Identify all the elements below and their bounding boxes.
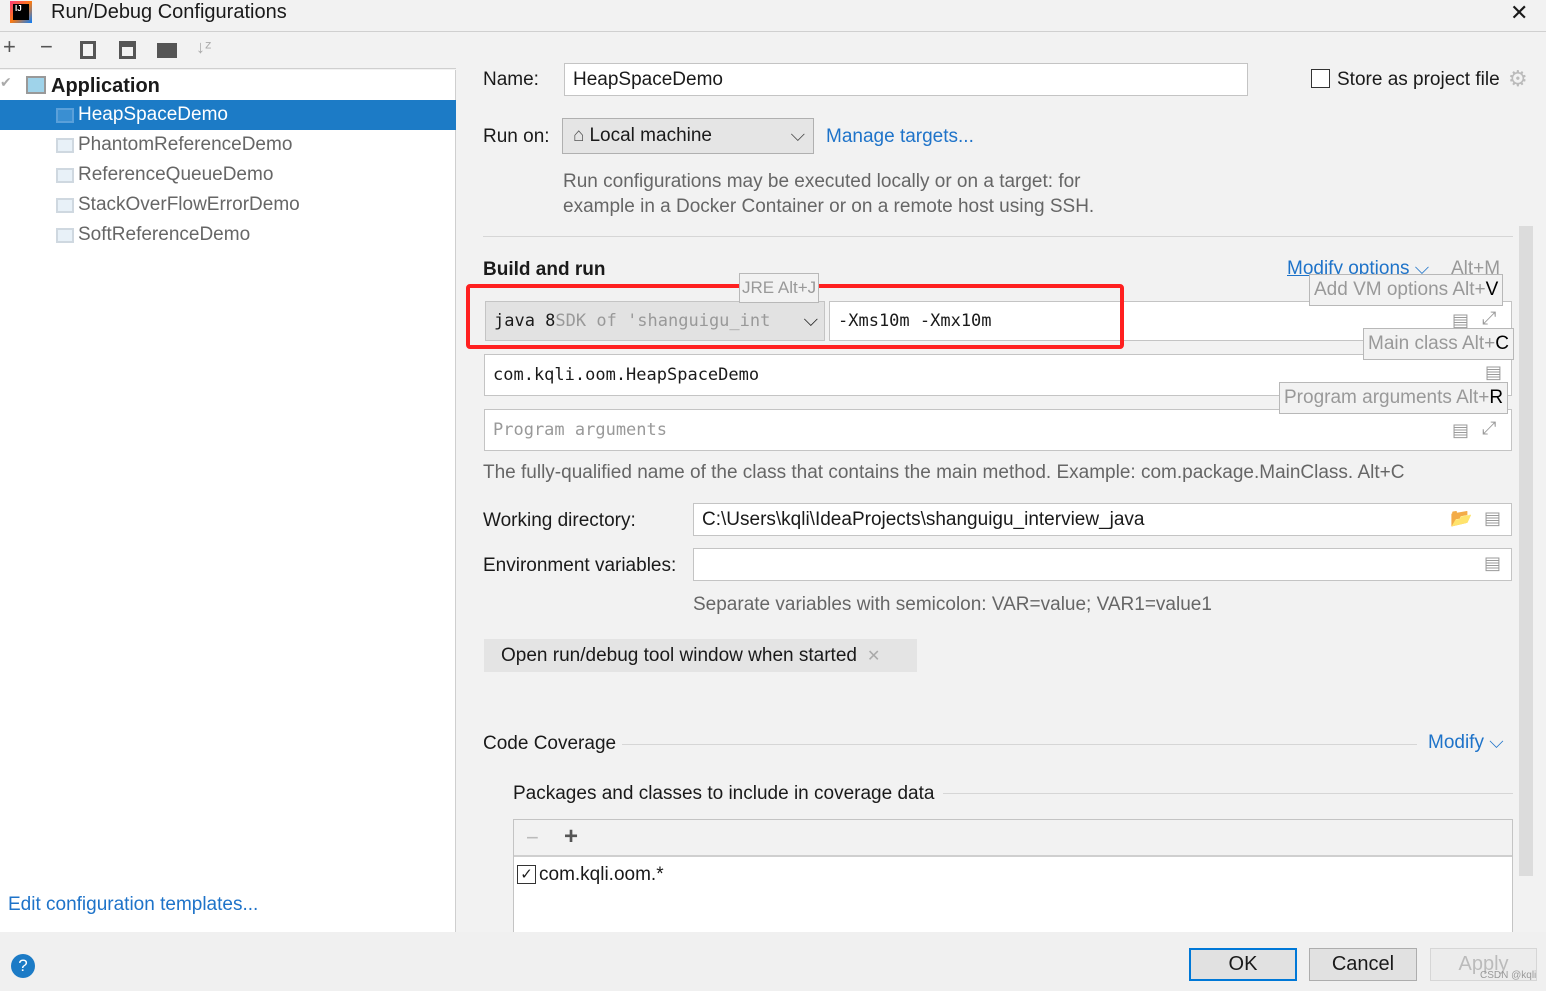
- copy-icon[interactable]: [80, 41, 96, 59]
- program-arguments-input[interactable]: Program arguments: [484, 409, 1512, 451]
- hint-key: C: [1495, 333, 1509, 354]
- new-folder-icon[interactable]: [157, 43, 177, 58]
- workdir-input[interactable]: C:\Users\kqli\IdeaProjects\shanguigu_int…: [693, 503, 1512, 536]
- coverage-modify-link[interactable]: Modify ⌵: [1428, 732, 1504, 754]
- add-icon[interactable]: +: [3, 34, 16, 60]
- folder-icon[interactable]: 📂: [1450, 508, 1472, 529]
- name-input[interactable]: HeapSpaceDemo: [564, 63, 1248, 96]
- add-icon[interactable]: +: [564, 823, 578, 851]
- application-icon: [56, 227, 74, 243]
- program-args-placeholder: Program arguments: [493, 420, 667, 440]
- tree-item[interactable]: StackOverFlowErrorDemo: [56, 190, 300, 220]
- main-class-hint: Main class Alt+C: [1363, 328, 1514, 360]
- program-arguments-hint: Program arguments Alt+R: [1279, 382, 1509, 414]
- coverage-title: Code Coverage: [483, 733, 617, 754]
- application-icon: [56, 137, 74, 153]
- workdir-value: C:\Users\kqli\IdeaProjects\shanguigu_int…: [702, 508, 1145, 530]
- main-class-help: The fully-qualified name of the class th…: [483, 462, 1405, 483]
- run-on-label: Run on:: [483, 126, 550, 147]
- hint-text: Program arguments Alt+: [1284, 387, 1490, 408]
- packages-title: Packages and classes to include in cover…: [513, 783, 935, 804]
- document-icon[interactable]: ▤: [1485, 362, 1502, 383]
- name-label: Name:: [483, 69, 539, 90]
- application-icon: [56, 107, 74, 123]
- ok-button[interactable]: OK: [1189, 948, 1297, 981]
- env-input[interactable]: [693, 548, 1512, 581]
- workdir-label: Working directory:: [483, 510, 636, 531]
- expand-icon[interactable]: ⤢: [1482, 418, 1496, 439]
- hint-text: Add VM options Alt+: [1314, 279, 1486, 300]
- document-icon[interactable]: ▤: [1484, 553, 1501, 574]
- hint-key: R: [1489, 387, 1504, 408]
- tree-item-label: ReferenceQueueDemo: [78, 164, 274, 185]
- expand-icon[interactable]: ⤢: [1482, 308, 1496, 329]
- save-icon[interactable]: [119, 41, 136, 59]
- tree-item-label: SoftReferenceDemo: [78, 224, 251, 245]
- main-class-value: com.kqli.oom.HeapSpaceDemo: [493, 365, 760, 385]
- tree-item[interactable]: PhantomReferenceDemo: [56, 130, 292, 160]
- divider: [483, 236, 1513, 237]
- tag-label: Open run/debug tool window when started: [501, 644, 857, 666]
- tree-item[interactable]: HeapSpaceDemo: [56, 100, 228, 130]
- application-icon: [56, 167, 74, 183]
- edit-templates-link[interactable]: Edit configuration templates...: [8, 894, 258, 916]
- watermark: CSDN @kqli: [1480, 970, 1537, 981]
- packages-list: − + ✓ com.kqli.oom.*: [513, 819, 1513, 939]
- cancel-button[interactable]: Cancel: [1309, 948, 1417, 981]
- app-logo: IJ: [10, 1, 32, 23]
- run-on-help-1: Run configurations may be executed local…: [563, 171, 1081, 192]
- store-checkbox[interactable]: [1311, 69, 1330, 88]
- document-icon[interactable]: ▤: [1484, 508, 1501, 529]
- remove-icon[interactable]: −: [40, 34, 53, 60]
- open-tool-window-tag[interactable]: Open run/debug tool window when started ✕: [484, 639, 917, 672]
- tree-group-application[interactable]: Application: [51, 75, 160, 98]
- sort-icon[interactable]: ↓ᶻ: [196, 37, 211, 58]
- config-tree: ✔ Application HeapSpaceDemo PhantomRefer…: [0, 70, 456, 932]
- tree-item-label: PhantomReferenceDemo: [78, 134, 293, 155]
- jre-hint: JRE Alt+J: [739, 273, 820, 303]
- divider: [943, 793, 1513, 794]
- application-icon: [56, 197, 74, 213]
- remove-icon[interactable]: −: [526, 825, 539, 851]
- divider: [622, 744, 1417, 745]
- close-icon[interactable]: ✕: [867, 646, 880, 666]
- store-label[interactable]: Store as project file: [1337, 69, 1500, 91]
- packages-toolbar: − +: [514, 820, 1512, 857]
- vm-options-hint: Add VM options Alt+V: [1309, 274, 1504, 306]
- name-value: HeapSpaceDemo: [573, 68, 723, 90]
- document-icon[interactable]: ▤: [1452, 420, 1469, 441]
- left-toolbar: + − ↓ᶻ: [0, 32, 456, 69]
- tree-item[interactable]: ReferenceQueueDemo: [56, 160, 273, 190]
- close-icon[interactable]: ✕: [1510, 0, 1528, 26]
- env-help: Separate variables with semicolon: VAR=v…: [693, 594, 1212, 615]
- modify-label: Modify: [1428, 732, 1484, 753]
- application-icon: [26, 76, 46, 94]
- build-run-title: Build and run: [483, 259, 606, 280]
- env-label: Environment variables:: [483, 555, 677, 576]
- package-checkbox[interactable]: ✓: [517, 865, 536, 884]
- window-title: Run/Debug Configurations: [51, 1, 287, 23]
- hint-text: Main class Alt+: [1368, 333, 1496, 354]
- chevron-down-icon: ⌵: [790, 125, 805, 146]
- scrollbar[interactable]: [1519, 226, 1533, 876]
- package-item: com.kqli.oom.*: [539, 864, 664, 885]
- manage-targets-link[interactable]: Manage targets...: [826, 126, 974, 148]
- home-icon: ⌂: [573, 125, 585, 146]
- hint-key: V: [1485, 279, 1499, 300]
- gear-icon[interactable]: ⚙: [1508, 66, 1528, 92]
- run-on-help-2: example in a Docker Container or on a re…: [563, 196, 1095, 217]
- help-icon[interactable]: ?: [11, 954, 35, 978]
- run-on-dropdown[interactable]: ⌂ Local machine ⌵: [562, 118, 814, 154]
- expand-icon[interactable]: ✔: [0, 74, 12, 91]
- tree-item-label: HeapSpaceDemo: [78, 104, 228, 125]
- tree-item[interactable]: SoftReferenceDemo: [56, 220, 250, 250]
- tree-item-label: StackOverFlowErrorDemo: [78, 194, 300, 215]
- run-on-value: Local machine: [589, 125, 713, 146]
